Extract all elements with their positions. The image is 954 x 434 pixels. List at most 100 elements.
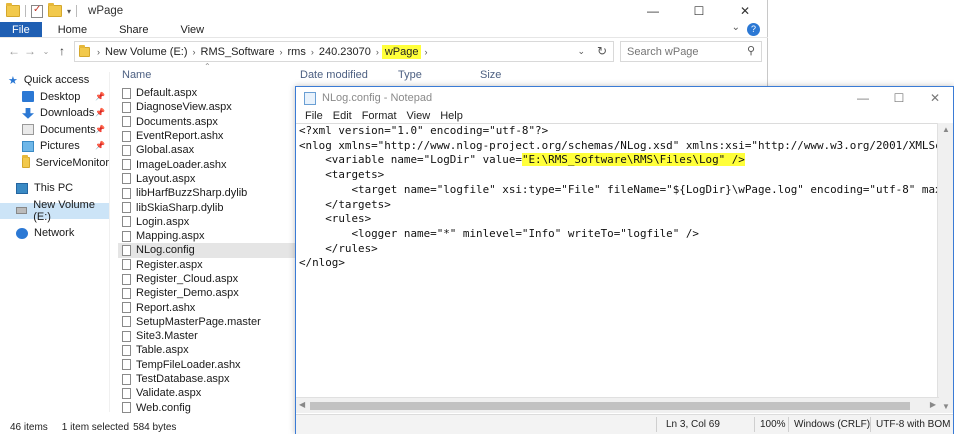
- file-row[interactable]: Table.aspx: [118, 343, 296, 357]
- file-row[interactable]: Login.aspx: [118, 215, 296, 229]
- file-row[interactable]: EventReport.ashx: [118, 129, 296, 143]
- file-row[interactable]: Validate.aspx: [118, 386, 296, 400]
- file-icon: [122, 159, 131, 171]
- new-folder-icon[interactable]: [48, 3, 62, 17]
- explorer-title-bar: ▾ wPage — ☐ ✕: [0, 0, 768, 22]
- help-icon[interactable]: ?: [747, 23, 760, 36]
- file-row[interactable]: Register_Cloud.aspx: [118, 272, 296, 286]
- file-icon: [122, 130, 131, 142]
- column-headers: ⌃ Name Date modified Type Size: [110, 62, 768, 84]
- nav-quick-access[interactable]: ★ Quick access: [0, 72, 109, 89]
- file-row[interactable]: TestDatabase.aspx: [118, 372, 296, 386]
- text-editor[interactable]: <?xml version="1.0" encoding="utf-8"?> <…: [296, 123, 939, 413]
- file-icon: [122, 202, 131, 214]
- file-row[interactable]: libSkiaSharp.dylib: [118, 200, 296, 214]
- notepad-window: NLog.config - Notepad — ☐ ✕ File Edit Fo…: [295, 86, 954, 434]
- file-row[interactable]: SetupMasterPage.master: [118, 315, 296, 329]
- breadcrumb-version[interactable]: 240.23070: [317, 46, 373, 58]
- divider: [76, 5, 78, 17]
- text-line: <targets>: [299, 168, 385, 182]
- tab-file[interactable]: File: [0, 22, 42, 37]
- tab-view[interactable]: View: [164, 22, 220, 37]
- file-name: Register_Cloud.aspx: [136, 273, 239, 285]
- refresh-icon[interactable]: ↻: [597, 44, 607, 58]
- file-row[interactable]: NLog.config: [118, 243, 296, 258]
- nav-new-volume[interactable]: New Volume (E:): [0, 199, 109, 223]
- address-bar[interactable]: › New Volume (E:) › RMS_Software › rms ›…: [74, 41, 614, 62]
- scroll-thumb[interactable]: [310, 402, 910, 410]
- selection-count: 1 item selected: [61, 421, 130, 433]
- file-row[interactable]: Register_Demo.aspx: [118, 286, 296, 300]
- file-row[interactable]: ImageLoader.ashx: [118, 157, 296, 171]
- search-box[interactable]: ⚲: [620, 41, 762, 62]
- maximize-button[interactable]: ☐: [881, 87, 917, 109]
- back-icon[interactable]: ←: [6, 44, 22, 58]
- file-icon: [122, 316, 131, 328]
- scroll-left-icon[interactable]: ◀: [299, 400, 305, 409]
- maximize-button[interactable]: ☐: [676, 0, 722, 22]
- nav-this-pc[interactable]: This PC: [0, 180, 109, 197]
- file-row[interactable]: Site3.Master: [118, 329, 296, 343]
- close-button[interactable]: ✕: [917, 87, 953, 109]
- file-row[interactable]: Report.ashx: [118, 300, 296, 314]
- scroll-up-icon[interactable]: ▲: [942, 125, 950, 134]
- nav-servicemonitor[interactable]: ServiceMonitor: [0, 155, 109, 172]
- menu-view[interactable]: View: [402, 110, 436, 122]
- address-dropdown-icon[interactable]: ⌄: [577, 46, 585, 57]
- breadcrumb-rms-software[interactable]: RMS_Software: [199, 46, 277, 58]
- file-row[interactable]: Mapping.aspx: [118, 229, 296, 243]
- nav-label: Pictures: [40, 140, 80, 153]
- expand-ribbon-icon[interactable]: ⌄: [732, 22, 740, 33]
- scroll-right-icon[interactable]: ▶: [930, 400, 936, 409]
- column-name[interactable]: Name: [122, 69, 151, 81]
- column-size[interactable]: Size: [480, 69, 501, 81]
- file-row[interactable]: Web.config: [118, 401, 296, 415]
- menu-help[interactable]: Help: [435, 110, 468, 122]
- nav-downloads[interactable]: Downloads 📌: [0, 105, 109, 122]
- nav-desktop[interactable]: Desktop 📌: [0, 89, 109, 106]
- recent-locations-icon[interactable]: ⌄: [38, 47, 54, 56]
- properties-icon[interactable]: [31, 4, 43, 18]
- file-name: TestDatabase.aspx: [136, 373, 230, 386]
- forward-icon[interactable]: →: [22, 44, 38, 58]
- nav-pictures[interactable]: Pictures 📌: [0, 138, 109, 155]
- scroll-down-icon[interactable]: ▼: [942, 402, 950, 411]
- menu-format[interactable]: Format: [357, 110, 402, 122]
- file-icon: [122, 144, 131, 156]
- navigation-pane: ★ Quick access Desktop 📌 Downloads 📌 Doc…: [0, 72, 110, 412]
- vertical-scrollbar[interactable]: ▲ ▼: [937, 123, 953, 413]
- file-row[interactable]: Documents.aspx: [118, 115, 296, 129]
- breadcrumb-wpage[interactable]: wPage: [381, 44, 422, 59]
- file-row[interactable]: DiagnoseView.aspx: [118, 100, 296, 114]
- customize-quick-access-icon[interactable]: ▾: [67, 7, 71, 16]
- pictures-icon: [22, 140, 34, 152]
- close-button[interactable]: ✕: [722, 0, 768, 22]
- breadcrumb-rms[interactable]: rms: [286, 46, 308, 58]
- nav-network[interactable]: Network: [0, 225, 109, 242]
- search-input[interactable]: [627, 45, 737, 58]
- notepad-menu-bar: File Edit Format View Help: [296, 109, 953, 123]
- nav-documents[interactable]: Documents 📌: [0, 122, 109, 139]
- file-icon: [122, 230, 131, 242]
- tab-home[interactable]: Home: [42, 22, 103, 37]
- chevron-right-icon: ›: [97, 46, 100, 57]
- file-icon: [122, 402, 131, 414]
- minimize-button[interactable]: —: [845, 87, 881, 109]
- nav-label: Desktop: [40, 90, 81, 103]
- column-date-modified[interactable]: Date modified: [300, 69, 368, 81]
- column-type[interactable]: Type: [398, 69, 422, 81]
- tab-share[interactable]: Share: [103, 22, 164, 37]
- network-icon: [16, 227, 28, 239]
- file-row[interactable]: Default.aspx: [118, 86, 296, 100]
- file-row[interactable]: TempFileLoader.ashx: [118, 358, 296, 372]
- menu-edit[interactable]: Edit: [328, 110, 357, 122]
- breadcrumb-drive[interactable]: New Volume (E:): [103, 46, 190, 58]
- up-icon[interactable]: ↑: [54, 44, 70, 58]
- file-row[interactable]: Register.aspx: [118, 258, 296, 272]
- file-row[interactable]: Layout.aspx: [118, 172, 296, 186]
- menu-file[interactable]: File: [300, 110, 328, 122]
- file-row[interactable]: libHarfBuzzSharp.dylib: [118, 186, 296, 200]
- file-row[interactable]: Global.asax: [118, 143, 296, 157]
- horizontal-scrollbar[interactable]: ◀ ▶: [296, 397, 939, 413]
- minimize-button[interactable]: —: [630, 0, 676, 22]
